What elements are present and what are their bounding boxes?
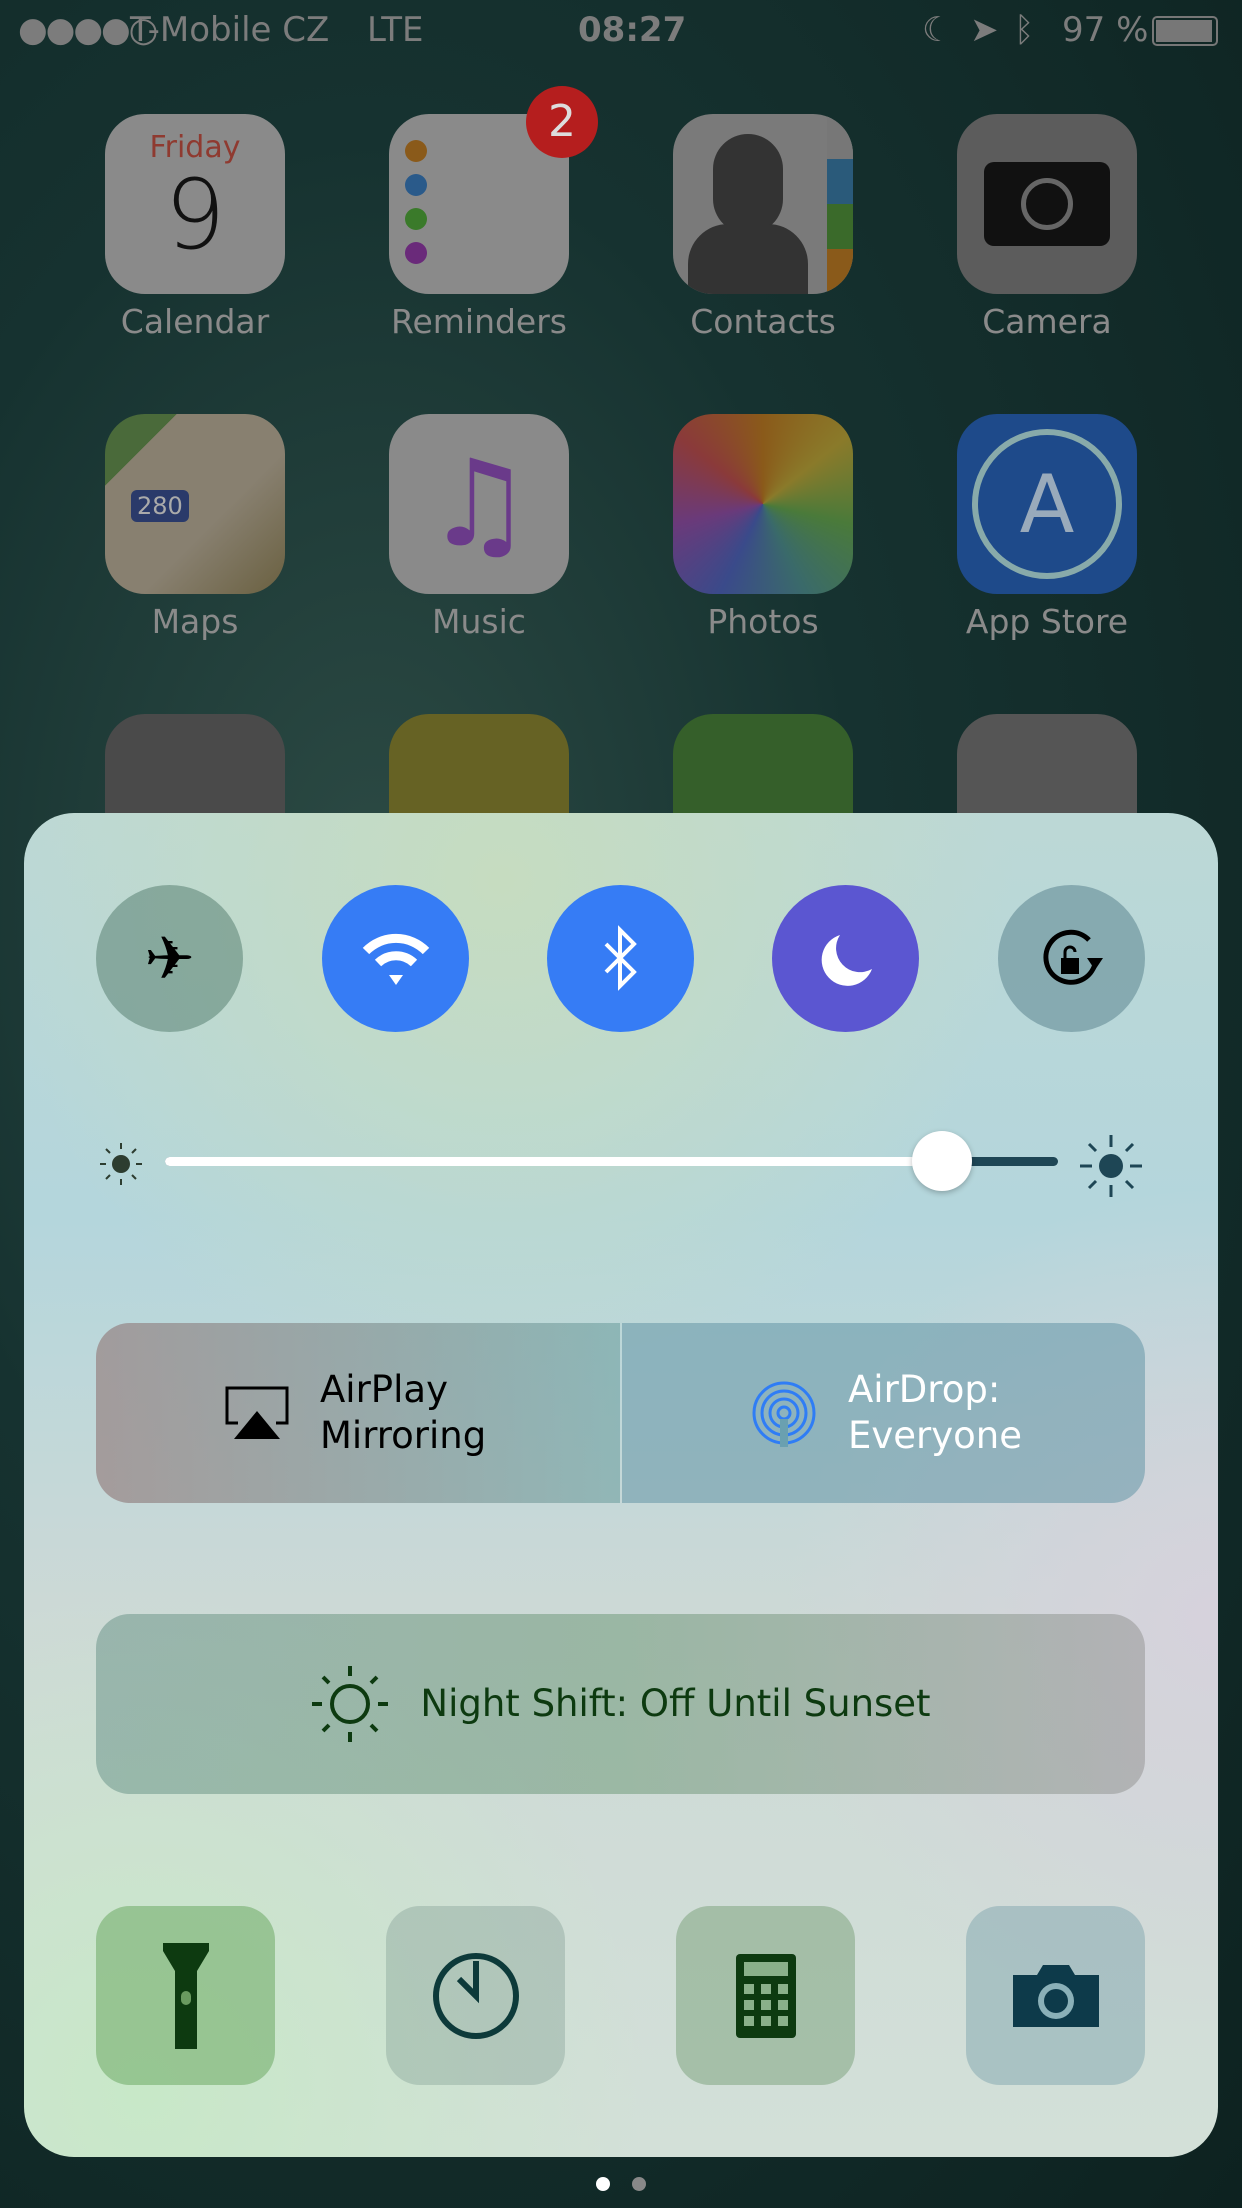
status-bar: ●●●●○ T-Mobile CZ LTE 08:27 ☾ ➤ ᛒ 97 % [0, 0, 1242, 62]
brightness-slider-thumb[interactable] [911, 1131, 972, 1191]
calendar-date: 9 [164, 159, 226, 271]
network-type: LTE [367, 10, 424, 50]
app-label: Maps [151, 602, 239, 641]
app-music[interactable]: ♫ Music [389, 414, 569, 641]
brightness-high-icon [1080, 1135, 1142, 1197]
page-dot-2[interactable] [632, 2177, 646, 2191]
night-shift-button[interactable]: Night Shift: Off Until Sunset [96, 1614, 1145, 1794]
orientation-lock-toggle[interactable] [998, 885, 1145, 1032]
calculator-icon [735, 1953, 796, 2038]
maps-icon: 280 [105, 414, 285, 594]
clock: 08:27 [578, 10, 687, 50]
camera-button[interactable] [966, 1906, 1145, 2085]
airplane-icon: ✈ [144, 923, 195, 994]
app-contacts[interactable]: Contacts [673, 114, 853, 341]
app-label: Calendar [120, 302, 270, 341]
app-label: Photos [707, 602, 819, 641]
calculator-button[interactable] [676, 1906, 855, 2085]
app-label: Music [432, 602, 526, 641]
camera-icon [1012, 1964, 1099, 2027]
app-calendar[interactable]: Friday 9 Calendar [105, 114, 285, 341]
moon-icon [821, 934, 872, 986]
flashlight-icon [162, 1942, 209, 2049]
battery-icon [1152, 16, 1218, 46]
wifi-toggle[interactable] [322, 885, 469, 1032]
brightness-slider[interactable] [165, 1131, 1058, 1191]
night-shift-label: Night Shift: Off Until Sunset [420, 1682, 931, 1725]
airplay-icon [225, 1386, 289, 1439]
moon-icon: ☾ [922, 10, 953, 50]
camera-icon [957, 114, 1137, 294]
brightness-low-icon [100, 1143, 142, 1185]
carrier: T-Mobile CZ [130, 10, 330, 50]
location-icon: ➤ [970, 10, 999, 50]
airdrop-button[interactable]: AirDrop: Everyone [622, 1323, 1145, 1503]
contacts-icon [673, 114, 853, 294]
app-store-icon: A [957, 414, 1137, 594]
notification-badge: 2 [526, 86, 598, 158]
bluetooth-toggle[interactable] [547, 885, 694, 1032]
wifi-icon [362, 933, 429, 985]
bluetooth-icon [604, 924, 637, 991]
night-shift-icon [312, 1666, 389, 1742]
airplay-mirroring-button[interactable]: AirPlay Mirroring [96, 1323, 620, 1503]
control-center: ✈ AirPlay Mirroring AirDrop: Everyone Nigh… [24, 813, 1218, 2157]
airplay-label-line1: AirPlay [320, 1368, 448, 1411]
app-camera[interactable]: Camera [957, 114, 1137, 341]
bluetooth-icon: ᛒ [1014, 10, 1035, 50]
app-app-store[interactable]: A App Store [957, 414, 1137, 641]
page-dot-1[interactable] [596, 2177, 610, 2191]
flashlight-button[interactable] [96, 1906, 275, 2085]
airdrop-icon [752, 1381, 816, 1447]
airdrop-label-line1: AirDrop: [848, 1368, 1001, 1411]
app-label: Reminders [391, 302, 567, 341]
app-photos[interactable]: Photos [673, 414, 853, 641]
airdrop-label-line2: Everyone [848, 1414, 1022, 1457]
airplane-mode-toggle[interactable]: ✈ [96, 885, 243, 1032]
airplay-label-line2: Mirroring [320, 1414, 487, 1457]
music-note-icon: ♫ [389, 414, 569, 594]
timer-icon [432, 1952, 519, 2039]
app-maps[interactable]: 280 Maps [105, 414, 285, 641]
photos-icon [673, 414, 853, 594]
do-not-disturb-toggle[interactable] [772, 885, 919, 1032]
app-label: Camera [982, 302, 1112, 341]
app-label: Contacts [690, 302, 836, 341]
battery-percent: 97 % [1062, 10, 1149, 50]
orientation-lock-icon [1043, 929, 1103, 985]
timer-button[interactable] [386, 1906, 565, 2085]
app-label: App Store [965, 602, 1129, 641]
